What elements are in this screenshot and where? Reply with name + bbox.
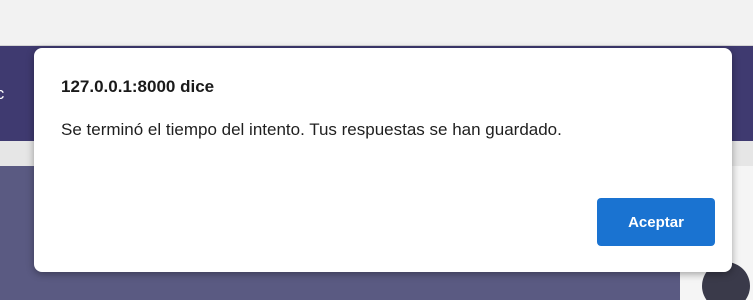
header-partial-text: ic [0,83,5,103]
dialog-title: 127.0.0.1:8000 dice [61,77,215,96]
alert-dialog: 127.0.0.1:8000 dice Se terminó el tiempo… [34,48,732,272]
dialog-message: Se terminó el tiempo del intento. Tus re… [61,120,562,139]
screen: ic 127.0.0.1:8000 dice Se terminó el tie… [0,0,753,300]
browser-toolbar [0,0,753,46]
ok-button[interactable]: Aceptar [597,198,715,246]
